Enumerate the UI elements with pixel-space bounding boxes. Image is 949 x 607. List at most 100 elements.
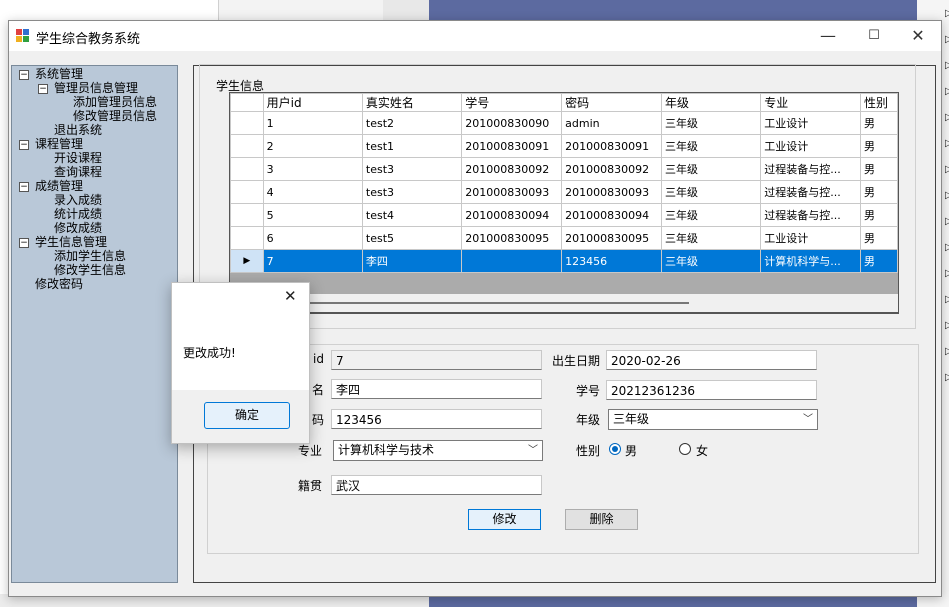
tree-item-edit-admin[interactable]: 修改管理员信息 <box>73 109 157 123</box>
cell[interactable]: 三年级 <box>661 249 762 273</box>
cell[interactable]: 三年级 <box>661 111 762 135</box>
column-header[interactable]: 用户id <box>262 93 363 112</box>
password-field[interactable]: 123456 <box>331 409 542 429</box>
collapse-icon[interactable]: − <box>19 182 29 192</box>
tree-item-change-password[interactable]: 修改密码 <box>35 277 83 291</box>
ok-button[interactable]: 确定 <box>204 402 290 429</box>
cell[interactable]: 1 <box>262 111 363 135</box>
cell[interactable]: 三年级 <box>661 203 762 227</box>
cell[interactable]: 男 <box>860 134 898 158</box>
tree-item-query-course[interactable]: 查询课程 <box>54 165 102 179</box>
row-header[interactable] <box>230 226 264 250</box>
cell[interactable]: 过程装备与控... <box>760 203 862 227</box>
row-header[interactable] <box>230 111 264 135</box>
cell[interactable]: 5 <box>262 203 363 227</box>
cell[interactable]: 201000830094 <box>561 203 663 227</box>
cell[interactable]: 工业设计 <box>760 226 862 250</box>
cell[interactable]: 男 <box>860 203 898 227</box>
cell[interactable]: 201000830093 <box>461 180 563 204</box>
cell[interactable]: 201000830094 <box>461 203 563 227</box>
collapse-icon[interactable]: − <box>19 70 29 80</box>
tree-item-stat-score[interactable]: 统计成绩 <box>54 207 102 221</box>
tree-item-exit[interactable]: 退出系统 <box>54 123 102 137</box>
id-field[interactable]: 7 <box>331 350 542 370</box>
cell[interactable]: 201000830092 <box>461 157 563 181</box>
delete-button[interactable]: 删除 <box>565 509 638 530</box>
row-header[interactable] <box>230 157 264 181</box>
dialog-close-icon[interactable]: ✕ <box>284 287 297 305</box>
cell[interactable]: 三年级 <box>661 134 762 158</box>
collapse-icon[interactable]: − <box>38 84 48 94</box>
cell[interactable]: 工业设计 <box>760 134 862 158</box>
cell[interactable]: 201000830091 <box>561 134 663 158</box>
major-select[interactable]: 计算机科学与技术 ﹀ <box>333 440 543 461</box>
cell[interactable]: test3 <box>361 180 463 204</box>
gender-female-label[interactable]: 女 <box>696 442 708 459</box>
cell[interactable]: 2 <box>262 134 363 158</box>
gender-male-label[interactable]: 男 <box>625 442 637 459</box>
tree-item-open-course[interactable]: 开设课程 <box>54 151 102 165</box>
cell[interactable]: 三年级 <box>661 226 762 250</box>
tree-item-enter-score[interactable]: 录入成绩 <box>54 193 102 207</box>
title-bar[interactable]: 学生综合教务系统 — ☐ ✕ <box>9 21 941 51</box>
cell[interactable]: 7 <box>262 249 363 273</box>
column-header[interactable]: 年级 <box>661 93 762 112</box>
cell[interactable]: 201000830090 <box>461 111 563 135</box>
cell[interactable]: 123456 <box>561 249 663 273</box>
scrollbar-thumb[interactable] <box>264 302 689 304</box>
tree-item-add-student[interactable]: 添加学生信息 <box>54 249 126 263</box>
tree-item-admin-info[interactable]: 管理员信息管理 <box>54 81 138 95</box>
native-place-field[interactable]: 武汉 <box>331 475 542 495</box>
table-row[interactable]: 3 test3 201000830092 201000830092 三年级 过程… <box>230 157 898 181</box>
table-row[interactable]: 4 test3 201000830093 201000830093 三年级 过程… <box>230 180 898 204</box>
gender-female-radio[interactable] <box>679 443 691 455</box>
table-row-selected[interactable]: ▶ 7 李四 123456 三年级 计算机科学与... 男 <box>230 249 898 273</box>
minimize-button[interactable]: — <box>805 21 851 51</box>
tree-item-course[interactable]: 课程管理 <box>35 137 83 151</box>
tree-item-student-info[interactable]: 学生信息管理 <box>35 235 107 249</box>
cell[interactable]: 4 <box>262 180 363 204</box>
column-header[interactable]: 性别 <box>860 93 898 112</box>
name-field[interactable]: 李四 <box>331 379 542 399</box>
row-header[interactable] <box>230 203 264 227</box>
tree-item-edit-score[interactable]: 修改成绩 <box>54 221 102 235</box>
cell[interactable]: 男 <box>860 157 898 181</box>
cell[interactable]: 计算机科学与... <box>760 249 862 273</box>
table-row[interactable]: 6 test5 201000830095 201000830095 三年级 工业… <box>230 226 898 250</box>
cell[interactable]: 201000830095 <box>561 226 663 250</box>
column-header[interactable]: 密码 <box>561 93 663 112</box>
collapse-icon[interactable]: − <box>19 238 29 248</box>
tree-item-score[interactable]: 成绩管理 <box>35 179 83 193</box>
cell[interactable]: 三年级 <box>661 157 762 181</box>
tree-item-edit-student[interactable]: 修改学生信息 <box>54 263 126 277</box>
cell[interactable]: 工业设计 <box>760 111 862 135</box>
cell[interactable]: 过程装备与控... <box>760 180 862 204</box>
collapse-icon[interactable]: − <box>19 140 29 150</box>
cell[interactable]: test3 <box>361 157 463 181</box>
horizontal-scrollbar[interactable] <box>229 294 899 313</box>
cell[interactable]: 男 <box>860 226 898 250</box>
column-header[interactable]: 专业 <box>760 93 862 112</box>
table-row[interactable]: 2 test1 201000830091 201000830091 三年级 工业… <box>230 134 898 158</box>
row-header[interactable] <box>230 180 264 204</box>
cell[interactable]: 201000830093 <box>561 180 663 204</box>
student-number-field[interactable]: 20212361236 <box>606 380 817 400</box>
cell[interactable]: 201000830095 <box>461 226 563 250</box>
birth-date-field[interactable]: 2020-02-26 <box>606 350 817 370</box>
navigation-tree[interactable]: − 系统管理 − 管理员信息管理 添加管理员信息 修改管理员信息 退出系统 − … <box>11 65 178 583</box>
cell[interactable]: test2 <box>361 111 463 135</box>
cell[interactable]: 过程装备与控... <box>760 157 862 181</box>
cell[interactable]: 男 <box>860 249 898 273</box>
close-button[interactable]: ✕ <box>895 21 941 51</box>
tree-item-add-admin[interactable]: 添加管理员信息 <box>73 95 157 109</box>
cell[interactable]: 男 <box>860 111 898 135</box>
tree-item-system[interactable]: 系统管理 <box>35 67 83 81</box>
gender-male-radio[interactable] <box>609 443 621 455</box>
cell[interactable]: 6 <box>262 226 363 250</box>
cell[interactable]: admin <box>561 111 663 135</box>
column-header[interactable]: 真实姓名 <box>361 93 463 112</box>
cell[interactable]: test4 <box>361 203 463 227</box>
row-header[interactable] <box>230 134 264 158</box>
cell[interactable]: test1 <box>361 134 463 158</box>
column-header[interactable]: 学号 <box>461 93 563 112</box>
